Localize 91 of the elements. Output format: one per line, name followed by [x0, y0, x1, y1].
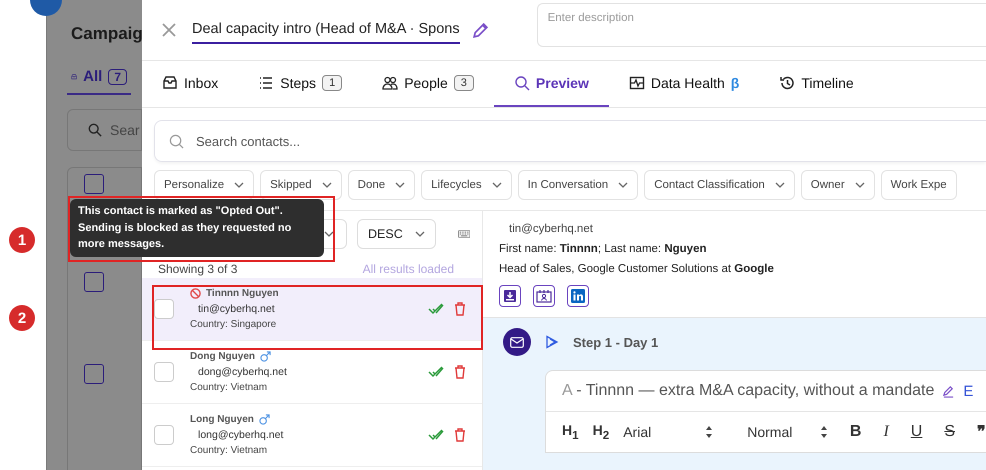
contact-headline: Head of Sales, Google Customer Solutions at Google: [499, 263, 775, 275]
contact-row[interactable]: Tinnnn Nguyen tin@cyberhq.net Country: Singapore: [142, 278, 482, 341]
pulse-monitor-icon: [628, 75, 645, 91]
step-title: Step 1 - Day 1: [573, 334, 658, 350]
up-down-icon: [705, 425, 714, 439]
title-field[interactable]: Deal capacity intro (Head of M&A · Spons: [192, 16, 460, 44]
italic-button[interactable]: I: [883, 423, 889, 441]
contact-card-icon[interactable]: [533, 285, 555, 307]
double-check-icon[interactable]: [428, 366, 444, 378]
download-icon[interactable]: [499, 285, 521, 307]
filter-dropdown[interactable]: Owner: [800, 170, 875, 200]
double-check-icon[interactable]: [428, 303, 444, 315]
keyboard-icon[interactable]: [458, 228, 470, 240]
contact-name: Long Nguyen: [190, 414, 254, 425]
tab[interactable]: Timeline: [759, 61, 874, 107]
tab[interactable]: Inbox: [142, 61, 238, 107]
beta-label: β: [730, 75, 740, 91]
search-icon: [169, 134, 184, 148]
order-dropdown[interactable]: DESC: [357, 219, 436, 249]
count-badge: 1: [322, 75, 342, 91]
inbox-icon: [162, 75, 178, 91]
pencil-icon[interactable]: [472, 22, 489, 38]
mail-icon: [503, 328, 531, 356]
contact-email: tin@cyberhq.net: [198, 303, 276, 315]
search-field[interactable]: Search contacts...: [154, 120, 986, 162]
page-title: Campaig: [71, 24, 142, 44]
contact-row[interactable]: Dong Nguyen dong@cyberhq.net Country: Vietnam: [142, 341, 482, 404]
tab[interactable]: Data Health β: [608, 61, 760, 107]
quote-button[interactable]: ❞: [977, 422, 986, 442]
list-icon: [258, 75, 274, 91]
chevron-down-icon: [324, 231, 334, 237]
double-check-icon[interactable]: [428, 429, 444, 441]
email-subject: A - Tinnnn — extra M&A capacity, without a mandate: [562, 382, 934, 400]
chevron-down-icon: [774, 182, 785, 188]
play-icon[interactable]: [545, 335, 559, 349]
checkbox[interactable]: [84, 364, 104, 384]
close-icon[interactable]: [162, 23, 176, 37]
result-count: Showing 3 of 3: [158, 262, 238, 278]
history-icon: [779, 75, 796, 91]
all-tab[interactable]: All 7: [67, 68, 131, 95]
contact-name: Dong Nguyen: [190, 351, 255, 362]
contact-names: First name: Tinnnn; Last name: Nguyen: [499, 243, 708, 255]
strike-button[interactable]: S: [944, 423, 955, 441]
filter-dropdown[interactable]: In Conversation: [518, 170, 638, 200]
checkbox[interactable]: [84, 174, 104, 194]
tab[interactable]: Steps 1: [238, 61, 362, 107]
linkedin-icon[interactable]: [567, 285, 589, 307]
trash-icon[interactable]: [454, 428, 466, 442]
trash-icon[interactable]: [454, 302, 466, 316]
contact-name: Tinnnn Nguyen: [206, 288, 279, 299]
heading-button[interactable]: H$_{1}$: [562, 422, 579, 442]
pencil-icon[interactable]: [942, 384, 956, 398]
heading-button[interactable]: H$_{2}$: [592, 422, 610, 442]
up-down-icon: [820, 425, 828, 439]
edit-link[interactable]: E: [963, 382, 974, 400]
chevron-down-icon: [618, 182, 628, 188]
chevron-down-icon: [234, 182, 244, 188]
underline-button[interactable]: U: [910, 423, 922, 441]
people-icon: [382, 75, 398, 91]
chevron-down-icon: [395, 182, 406, 188]
contact-country: Country: Singapore: [190, 319, 278, 330]
contact-email: dong@cyberhq.net: [198, 366, 288, 378]
search-icon: [514, 75, 530, 91]
count-badge: 7: [108, 68, 127, 84]
filter-dropdown[interactable]: Skipped: [260, 170, 342, 200]
tooltip: This contact is marked as "Opted Out". Sending is blocked as they requested no more messages.: [70, 199, 324, 256]
chevron-down-icon: [414, 231, 425, 237]
count-badge: 3: [454, 75, 474, 91]
tab[interactable]: People 3: [362, 61, 494, 107]
tab-label: All: [83, 68, 102, 85]
filter-dropdown[interactable]: Work Expe: [880, 170, 957, 200]
chevron-down-icon: [492, 182, 502, 188]
chevron-down-icon: [854, 182, 865, 188]
bold-button[interactable]: B: [850, 423, 862, 441]
filter-dropdown[interactable]: Contact Classification: [644, 170, 795, 200]
font-dropdown[interactable]: Arial: [623, 424, 714, 440]
contact-email: long@cyberhq.net: [198, 429, 284, 441]
filter-dropdown[interactable]: Lifecycles: [421, 170, 512, 200]
tab[interactable]: Preview: [494, 61, 609, 107]
contact-email: tin@cyberhq.net: [509, 223, 594, 235]
chevron-down-icon: [322, 182, 332, 188]
checkbox[interactable]: [84, 272, 104, 292]
contact-country: Country: Vietnam: [190, 445, 268, 456]
trash-icon[interactable]: [454, 365, 466, 379]
search-icon: [88, 123, 102, 137]
size-dropdown[interactable]: Normal: [747, 424, 828, 440]
contact-country: Country: Vietnam: [190, 382, 268, 393]
loaded-status: All results loaded: [362, 262, 454, 278]
contact-row[interactable]: Long Nguyen long@cyberhq.net Country: Vietnam: [142, 404, 482, 467]
filter-dropdown[interactable]: Personalize: [154, 170, 254, 200]
filter-dropdown[interactable]: Done: [348, 170, 416, 200]
